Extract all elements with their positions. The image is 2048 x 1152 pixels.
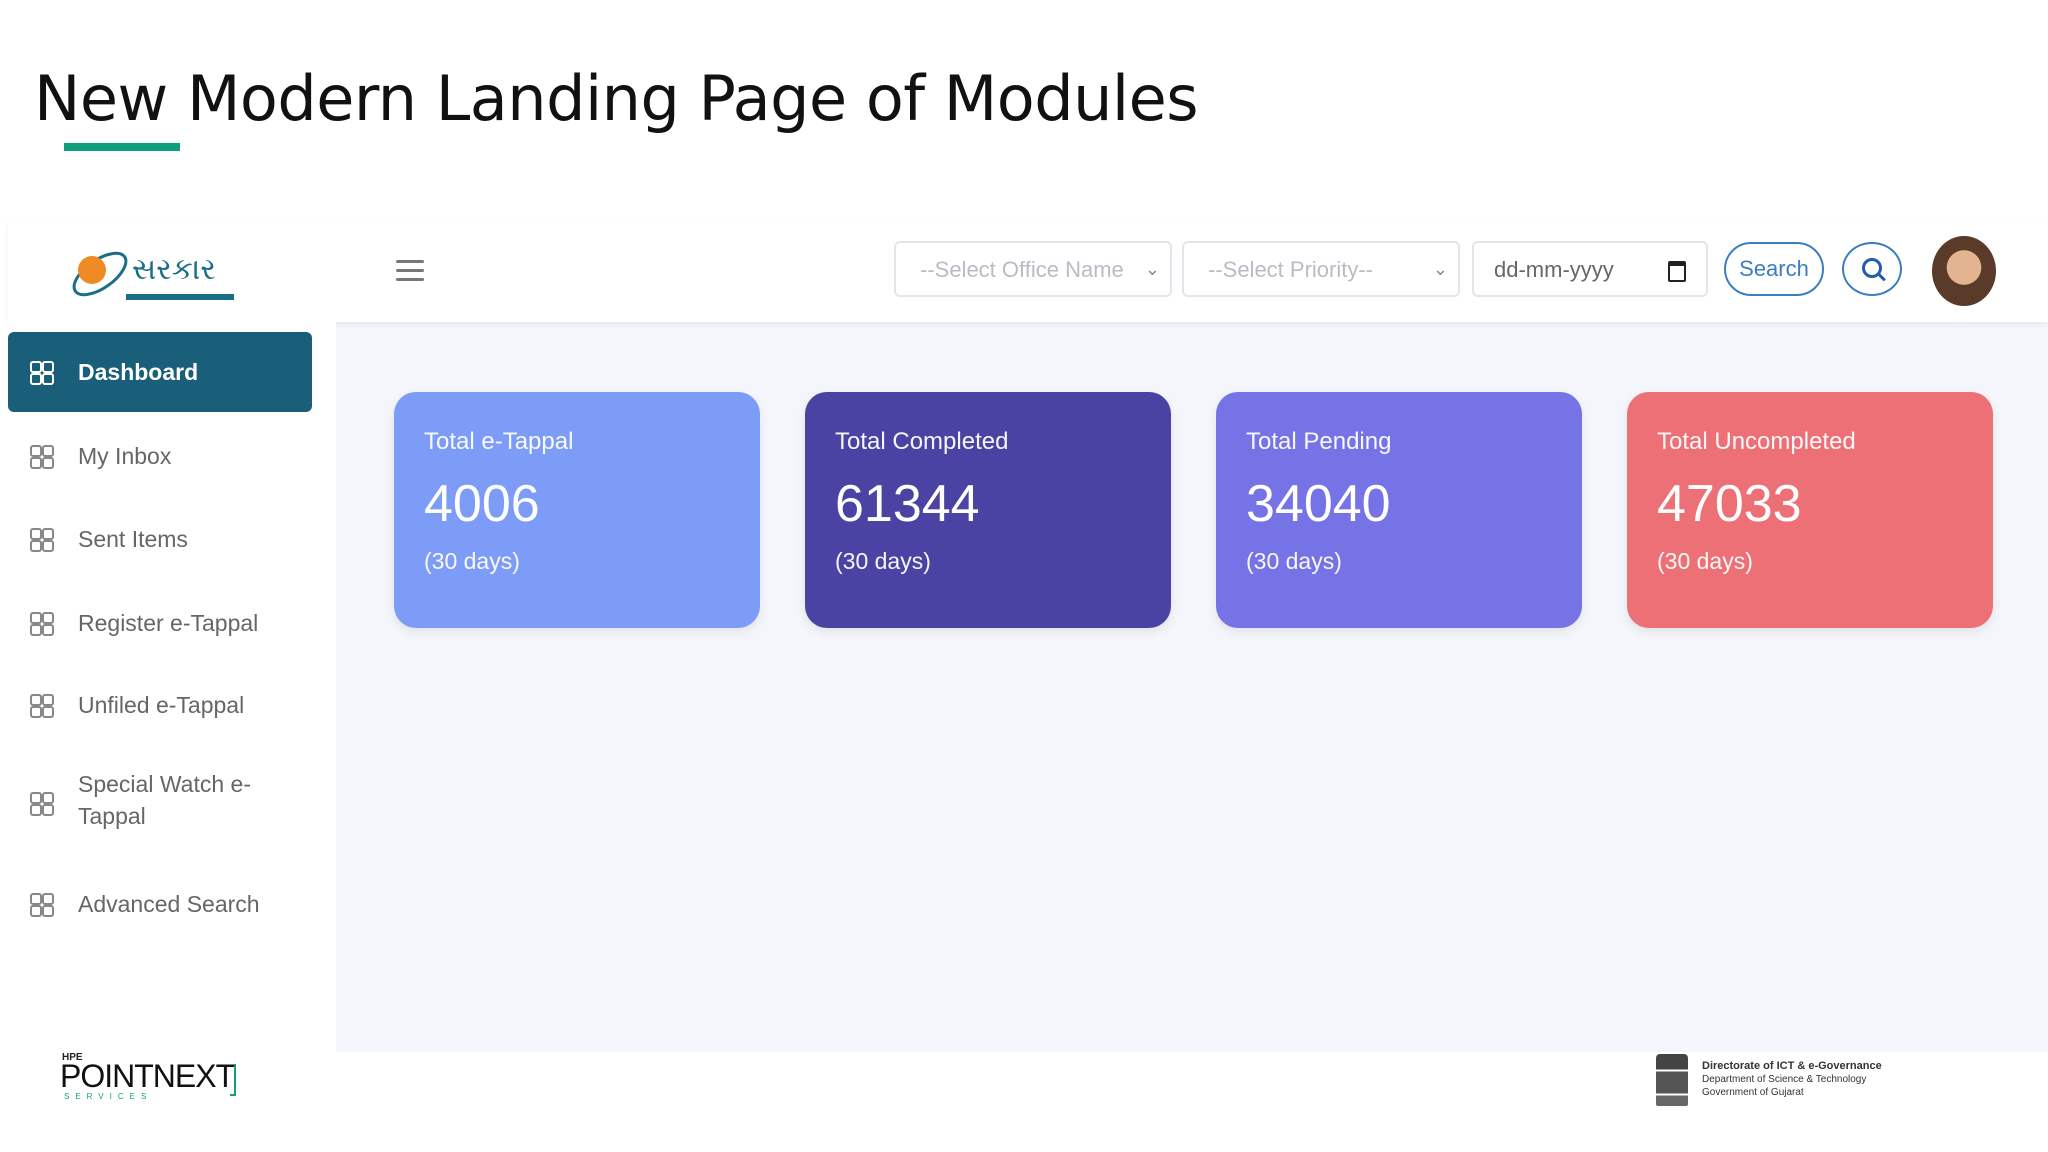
top-bar: સરકાર --Select Office Name ⌄ --Select Pr… xyxy=(8,222,2048,322)
grid-icon xyxy=(30,528,54,552)
chevron-down-icon: ⌄ xyxy=(1432,259,1448,279)
card-value: 4006 xyxy=(424,475,540,533)
logo-emblem-icon xyxy=(72,251,128,297)
sarkar-logo[interactable]: સરકાર xyxy=(66,228,246,320)
card-title: Total Pending xyxy=(1246,428,1392,455)
sidebar-item-label: Register e-Tappal xyxy=(78,610,259,636)
sidebar-item-special-watch-e-tappal[interactable]: Special Watch e-Tappal xyxy=(8,752,312,852)
grid-icon xyxy=(30,361,54,385)
title-underline xyxy=(64,143,180,151)
card-title: Total e-Tappal xyxy=(424,428,574,455)
search-icon-button[interactable] xyxy=(1842,242,1902,296)
dict-gujarat-logo: Directorate of ICT & e-Governance Depart… xyxy=(1656,1054,1906,1110)
card-period: (30 days) xyxy=(835,548,931,574)
card-period: (30 days) xyxy=(1246,548,1342,574)
chevron-down-icon: ⌄ xyxy=(1144,259,1160,279)
stat-card-total-completed[interactable]: Total Completed 61344 (30 days) xyxy=(805,392,1171,628)
card-period: (30 days) xyxy=(1657,548,1753,574)
sidebar-item-label: Advanced Search xyxy=(78,891,260,917)
sidebar-item-label: Sent Items xyxy=(78,526,188,552)
slide-title: New Modern Landing Page of Modules xyxy=(34,62,1199,135)
hpe-pointnext-logo: HPE POINTNEXT SERVICES xyxy=(60,1052,240,1102)
card-title: Total Uncompleted xyxy=(1657,428,1856,455)
office-name-select-value: --Select Office Name xyxy=(920,257,1124,282)
calendar-icon[interactable] xyxy=(1668,261,1686,282)
logo-underline xyxy=(126,294,234,300)
card-period: (30 days) xyxy=(424,548,520,574)
grid-icon xyxy=(30,612,54,636)
dict-line-2: Department of Science & Technology xyxy=(1702,1074,1867,1085)
app-screenshot: સરકાર --Select Office Name ⌄ --Select Pr… xyxy=(8,222,2048,1052)
sidebar-item-label: Unfiled e-Tappal xyxy=(78,692,245,718)
sidebar-item-register-e-tappal[interactable]: Register e-Tappal xyxy=(8,583,312,663)
stat-card-total-pending[interactable]: Total Pending 34040 (30 days) xyxy=(1216,392,1582,628)
stat-card-total-uncompleted[interactable]: Total Uncompleted 47033 (30 days) xyxy=(1627,392,1993,628)
date-input-placeholder: dd-mm-yyyy xyxy=(1494,257,1614,282)
sidebar-item-sent-items[interactable]: Sent Items xyxy=(8,499,312,579)
card-value: 47033 xyxy=(1657,475,1802,533)
sidebar-item-unfiled-e-tappal[interactable]: Unfiled e-Tappal xyxy=(8,665,312,745)
hamburger-menu-icon[interactable] xyxy=(396,260,424,284)
sidebar-item-my-inbox[interactable]: My Inbox xyxy=(8,416,312,496)
card-value: 61344 xyxy=(835,475,980,533)
sidebar-item-label: Special Watch e-Tappal xyxy=(78,771,251,829)
sidebar-item-dashboard[interactable]: Dashboard xyxy=(8,332,312,412)
grid-icon xyxy=(30,694,54,718)
dict-line-1: Directorate of ICT & e-Governance xyxy=(1702,1060,1882,1072)
sidebar: Dashboard My Inbox Sent Items Register e… xyxy=(8,322,336,1052)
office-name-select[interactable]: --Select Office Name ⌄ xyxy=(894,241,1172,297)
sidebar-item-label: My Inbox xyxy=(78,443,172,469)
user-avatar[interactable] xyxy=(1932,236,1996,306)
priority-select-value: --Select Priority-- xyxy=(1208,257,1374,282)
card-title: Total Completed xyxy=(835,428,1009,455)
grid-icon xyxy=(30,792,54,816)
sidebar-item-advanced-search[interactable]: Advanced Search xyxy=(8,864,312,944)
date-input[interactable]: dd-mm-yyyy xyxy=(1472,241,1708,297)
national-emblem-icon xyxy=(1656,1054,1688,1106)
search-button[interactable]: Search xyxy=(1724,242,1824,296)
pointnext-tagline: SERVICES xyxy=(64,1092,153,1101)
logo-text: સરકાર xyxy=(132,252,216,287)
sidebar-item-label: Dashboard xyxy=(78,359,199,385)
pointnext-name: POINTNEXT xyxy=(60,1058,235,1094)
card-value: 34040 xyxy=(1246,475,1391,533)
grid-icon xyxy=(30,445,54,469)
stat-card-total-e-tappal[interactable]: Total e-Tappal 4006 (30 days) xyxy=(394,392,760,628)
grid-icon xyxy=(30,893,54,917)
priority-select[interactable]: --Select Priority-- ⌄ xyxy=(1182,241,1460,297)
dict-line-3: Government of Gujarat xyxy=(1702,1087,1804,1098)
